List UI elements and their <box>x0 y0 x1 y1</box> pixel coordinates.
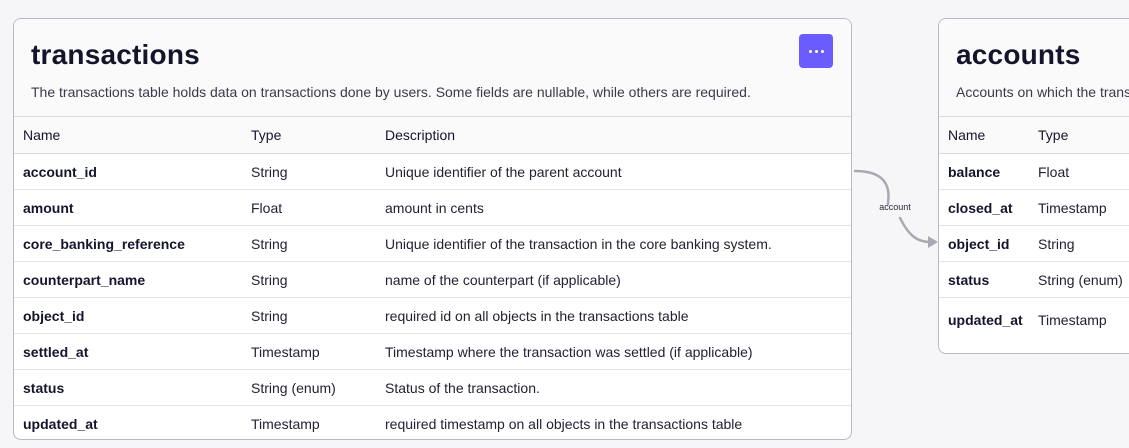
field-name: settled_at <box>14 333 242 370</box>
field-type: String <box>242 225 376 262</box>
table-card-accounts: accounts Accounts on which the transacti… <box>938 18 1129 354</box>
field-description: required id on all objects in the transa… <box>376 297 851 334</box>
field-name: amount <box>14 189 242 226</box>
field-type: String (enum) <box>242 369 376 406</box>
field-description: amount in cents <box>376 189 851 226</box>
table-row[interactable]: object_id String required id on all obje… <box>14 297 851 334</box>
table-row[interactable]: counterpart_name String name of the coun… <box>14 261 851 298</box>
field-type: Float <box>242 189 376 226</box>
field-type: Float <box>1029 153 1129 190</box>
table-row[interactable]: balance Float <box>939 153 1129 190</box>
fields-table: Name Type balance Float closed_at Timest… <box>939 116 1129 342</box>
field-name: account_id <box>14 153 242 190</box>
table-row[interactable]: object_id String <box>939 225 1129 262</box>
table-card-header: accounts Accounts on which the transacti… <box>939 19 1129 117</box>
field-name: core_banking_reference <box>14 225 242 262</box>
table-row[interactable]: updated_at Timestamp required timestamp … <box>14 406 851 440</box>
fields-table: Name Type Description account_id String … <box>14 116 851 440</box>
arrow-head-icon <box>928 236 938 248</box>
field-name: counterpart_name <box>14 261 242 298</box>
field-type: String (enum) <box>1029 261 1129 298</box>
field-type: Timestamp <box>1038 312 1107 328</box>
table-row[interactable]: core_banking_reference String Unique ide… <box>14 225 851 262</box>
field-type: Timestamp <box>251 415 320 432</box>
field-description: required timestamp on all objects in the… <box>385 415 743 432</box>
column-header-name: Name <box>14 116 242 154</box>
table-row[interactable]: status String (enum) Status of the trans… <box>14 369 851 406</box>
field-description: name of the counterpart (if applicable) <box>376 261 851 298</box>
table-header-row: Name Type Description <box>14 116 851 154</box>
field-type: String <box>242 261 376 298</box>
table-row[interactable]: amount Float amount in cents <box>14 189 851 226</box>
field-description: Unique identifier of the transaction in … <box>376 225 851 262</box>
field-type: Timestamp <box>1029 189 1129 226</box>
field-description: Status of the transaction. <box>376 369 851 406</box>
field-type: String <box>242 297 376 334</box>
field-description: Unique identifier of the parent account <box>376 153 851 190</box>
relation-connector-line <box>853 169 890 206</box>
table-title: accounts <box>956 39 1081 70</box>
relation-edge: account <box>853 169 938 248</box>
table-row[interactable]: settled_at Timestamp Timestamp where the… <box>14 333 851 370</box>
table-row[interactable]: updated_at Timestamp <box>939 298 1129 343</box>
column-header-description: Description <box>376 116 851 154</box>
field-name: object_id <box>939 225 1029 262</box>
column-header-name: Name <box>939 116 1029 154</box>
table-header-row: Name Type <box>939 116 1129 154</box>
table-card-transactions: transactions The transactions table hold… <box>13 18 852 440</box>
table-menu-button[interactable] <box>799 34 833 68</box>
field-type: Timestamp <box>242 333 376 370</box>
field-name: status <box>14 369 242 406</box>
table-row[interactable]: status String (enum) <box>939 261 1129 298</box>
table-title: transactions <box>31 39 200 70</box>
table-row[interactable]: account_id String Unique identifier of t… <box>14 153 851 190</box>
field-name: status <box>939 261 1029 298</box>
table-description: Accounts on which the transactions are d… <box>956 84 1129 100</box>
relation-label: account <box>879 202 911 212</box>
relation-connector-line <box>898 216 932 244</box>
column-header-type: Type <box>242 116 376 154</box>
column-header-type: Type <box>1029 116 1129 154</box>
field-type: String <box>1029 225 1129 262</box>
field-type: String <box>242 153 376 190</box>
field-name: updated_at <box>948 312 1023 328</box>
field-name: object_id <box>14 297 242 334</box>
table-description: The transactions table holds data on tra… <box>31 84 751 100</box>
more-horizontal-icon <box>808 49 824 53</box>
table-card-header: transactions The transactions table hold… <box>14 19 851 117</box>
field-name: balance <box>939 153 1029 190</box>
table-row[interactable]: closed_at Timestamp <box>939 189 1129 226</box>
field-name: closed_at <box>939 189 1029 226</box>
field-description: Timestamp where the transaction was sett… <box>376 333 851 370</box>
field-name: updated_at <box>23 415 98 432</box>
